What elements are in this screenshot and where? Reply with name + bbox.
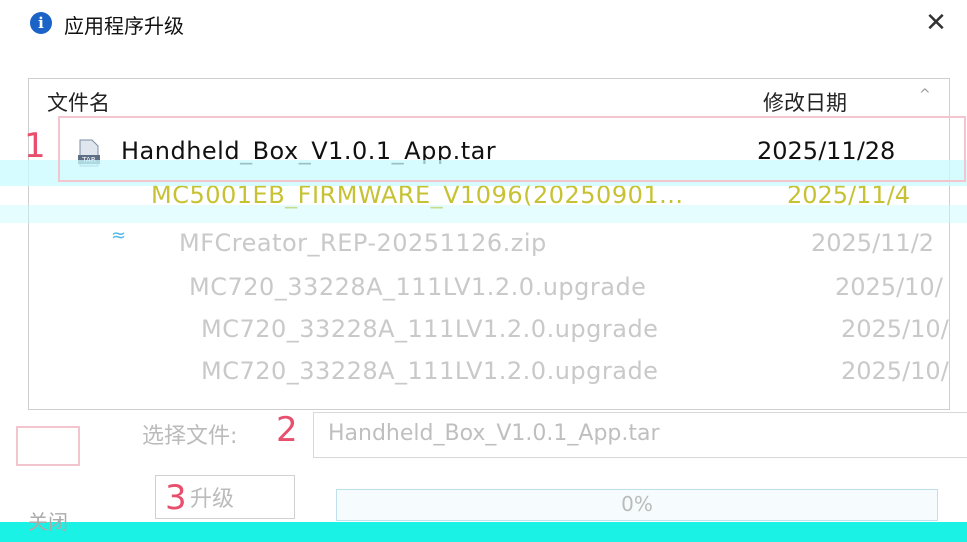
highlight-box-1 <box>58 116 966 182</box>
step-marker-2: 2 <box>276 410 298 450</box>
bottom-glitch-bar <box>0 522 967 542</box>
window-title: 应用程序升级 <box>64 14 184 38</box>
file-name: MC720_33228A_111LV1.2.0.upgrade <box>189 273 647 301</box>
list-item[interactable]: MC720_33228A_111LV1.2.0.upgrade 2025/10/ <box>29 353 949 391</box>
file-date: 2025/10/ <box>835 273 943 301</box>
list-item[interactable]: ≈ MFCreator_REP-20251126.zip 2025/11/2 <box>29 225 949 263</box>
zip-file-icon: ≈ <box>111 225 127 246</box>
file-name: MFCreator_REP-20251126.zip <box>179 229 547 257</box>
list-item[interactable]: MC720_33228A_111LV1.2.0.upgrade 2025/10/ <box>29 269 949 307</box>
file-date: 2025/10/ <box>841 357 949 385</box>
progress-text: 0% <box>621 492 653 516</box>
close-button[interactable]: ✕ <box>918 8 954 38</box>
file-name: MC720_33228A_111LV1.2.0.upgrade <box>201 315 659 343</box>
glitch-band <box>0 205 967 223</box>
progress-bar: 0% <box>336 489 938 521</box>
selected-file-field[interactable]: Handheld_Box_V1.0.1_App.tar <box>313 412 967 458</box>
file-date: 2025/11/2 <box>811 229 935 257</box>
upgrade-button-label: 升级 <box>190 487 235 512</box>
step-marker-1: 1 <box>24 126 46 166</box>
highlight-box-side <box>16 426 80 466</box>
upgrade-button[interactable]: 升级 <box>155 475 295 519</box>
close-footer-button[interactable]: 关闭 <box>28 506 68 535</box>
list-header: 文件名 修改日期 ^ <box>29 79 949 117</box>
column-header-date[interactable]: 修改日期 <box>763 87 847 117</box>
file-date: 2025/10/ <box>841 315 949 343</box>
info-icon: i <box>30 12 52 34</box>
file-name: MC720_33228A_111LV1.2.0.upgrade <box>201 357 659 385</box>
list-item[interactable]: MC720_33228A_111LV1.2.0.upgrade 2025/10/ <box>29 311 949 349</box>
choose-file-label: 选择文件: <box>142 424 238 449</box>
sort-arrow-icon: ^ <box>919 87 931 103</box>
title-bar: i 应用程序升级 ✕ <box>0 0 967 46</box>
column-header-name[interactable]: 文件名 <box>47 87 110 117</box>
